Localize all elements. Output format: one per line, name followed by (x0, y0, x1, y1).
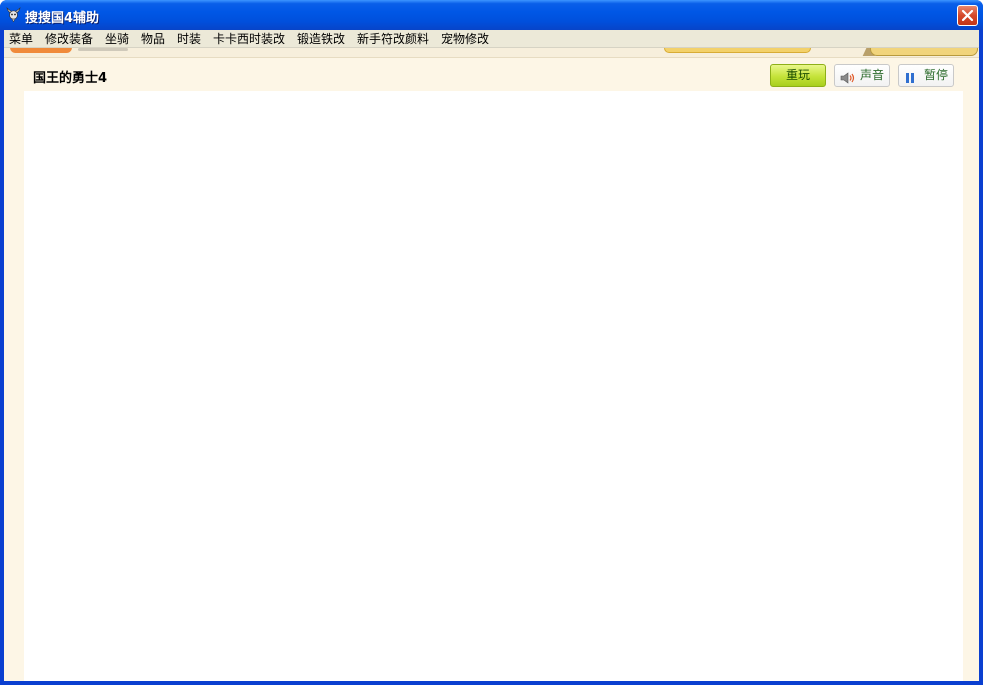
pause-button[interactable]: 暂停 (898, 64, 954, 87)
header-link[interactable] (78, 48, 128, 51)
speaker-icon (840, 70, 858, 91)
app-window: 搜搜国4辅助 菜单 修改装备 坐骑 物品 时装 卡卡西时装改 锻造铁改 新手符改… (0, 0, 983, 685)
title-bar[interactable]: 搜搜国4辅助 (0, 0, 983, 30)
menu-item-fashion[interactable]: 时装 (176, 32, 202, 47)
game-title: 国王的勇士4 (33, 71, 108, 86)
menu-item-mount[interactable]: 坐骑 (104, 32, 130, 47)
menu-item-pet-modify[interactable]: 宠物修改 (440, 32, 490, 47)
gold-banner[interactable] (870, 48, 978, 56)
close-icon (961, 9, 974, 22)
pause-label: 暂停 (924, 68, 949, 82)
close-button[interactable] (957, 5, 978, 26)
pause-icon (904, 70, 918, 91)
game-canvas[interactable] (24, 91, 963, 681)
bull-skull-icon (5, 6, 22, 23)
web-page: 国王的勇士4 重玩 声音 暂停 (4, 48, 979, 681)
menu-item-menu[interactable]: 菜单 (8, 32, 34, 47)
page-header-strip (4, 48, 979, 58)
menu-item-forge-iron[interactable]: 锻造铁改 (296, 32, 346, 47)
menu-bar: 菜单 修改装备 坐骑 物品 时装 卡卡西时装改 锻造铁改 新手符改颜料 宠物修改 (4, 30, 979, 48)
replay-label: 重玩 (785, 68, 810, 82)
client-area: 菜单 修改装备 坐骑 物品 时装 卡卡西时装改 锻造铁改 新手符改颜料 宠物修改… (4, 30, 979, 681)
menu-item-modify-equipment[interactable]: 修改装备 (44, 32, 94, 47)
replay-button[interactable]: 重玩 (770, 64, 826, 87)
menu-item-novice-rune-dye[interactable]: 新手符改颜料 (356, 32, 430, 47)
window-title: 搜搜国4辅助 (25, 11, 100, 26)
sound-button[interactable]: 声音 (834, 64, 890, 87)
orange-tab[interactable] (10, 48, 72, 53)
sound-label: 声音 (860, 68, 885, 82)
yellow-banner[interactable] (664, 48, 811, 53)
menu-item-kakashi-fashion[interactable]: 卡卡西时装改 (212, 32, 286, 47)
menu-item-items[interactable]: 物品 (140, 32, 166, 47)
